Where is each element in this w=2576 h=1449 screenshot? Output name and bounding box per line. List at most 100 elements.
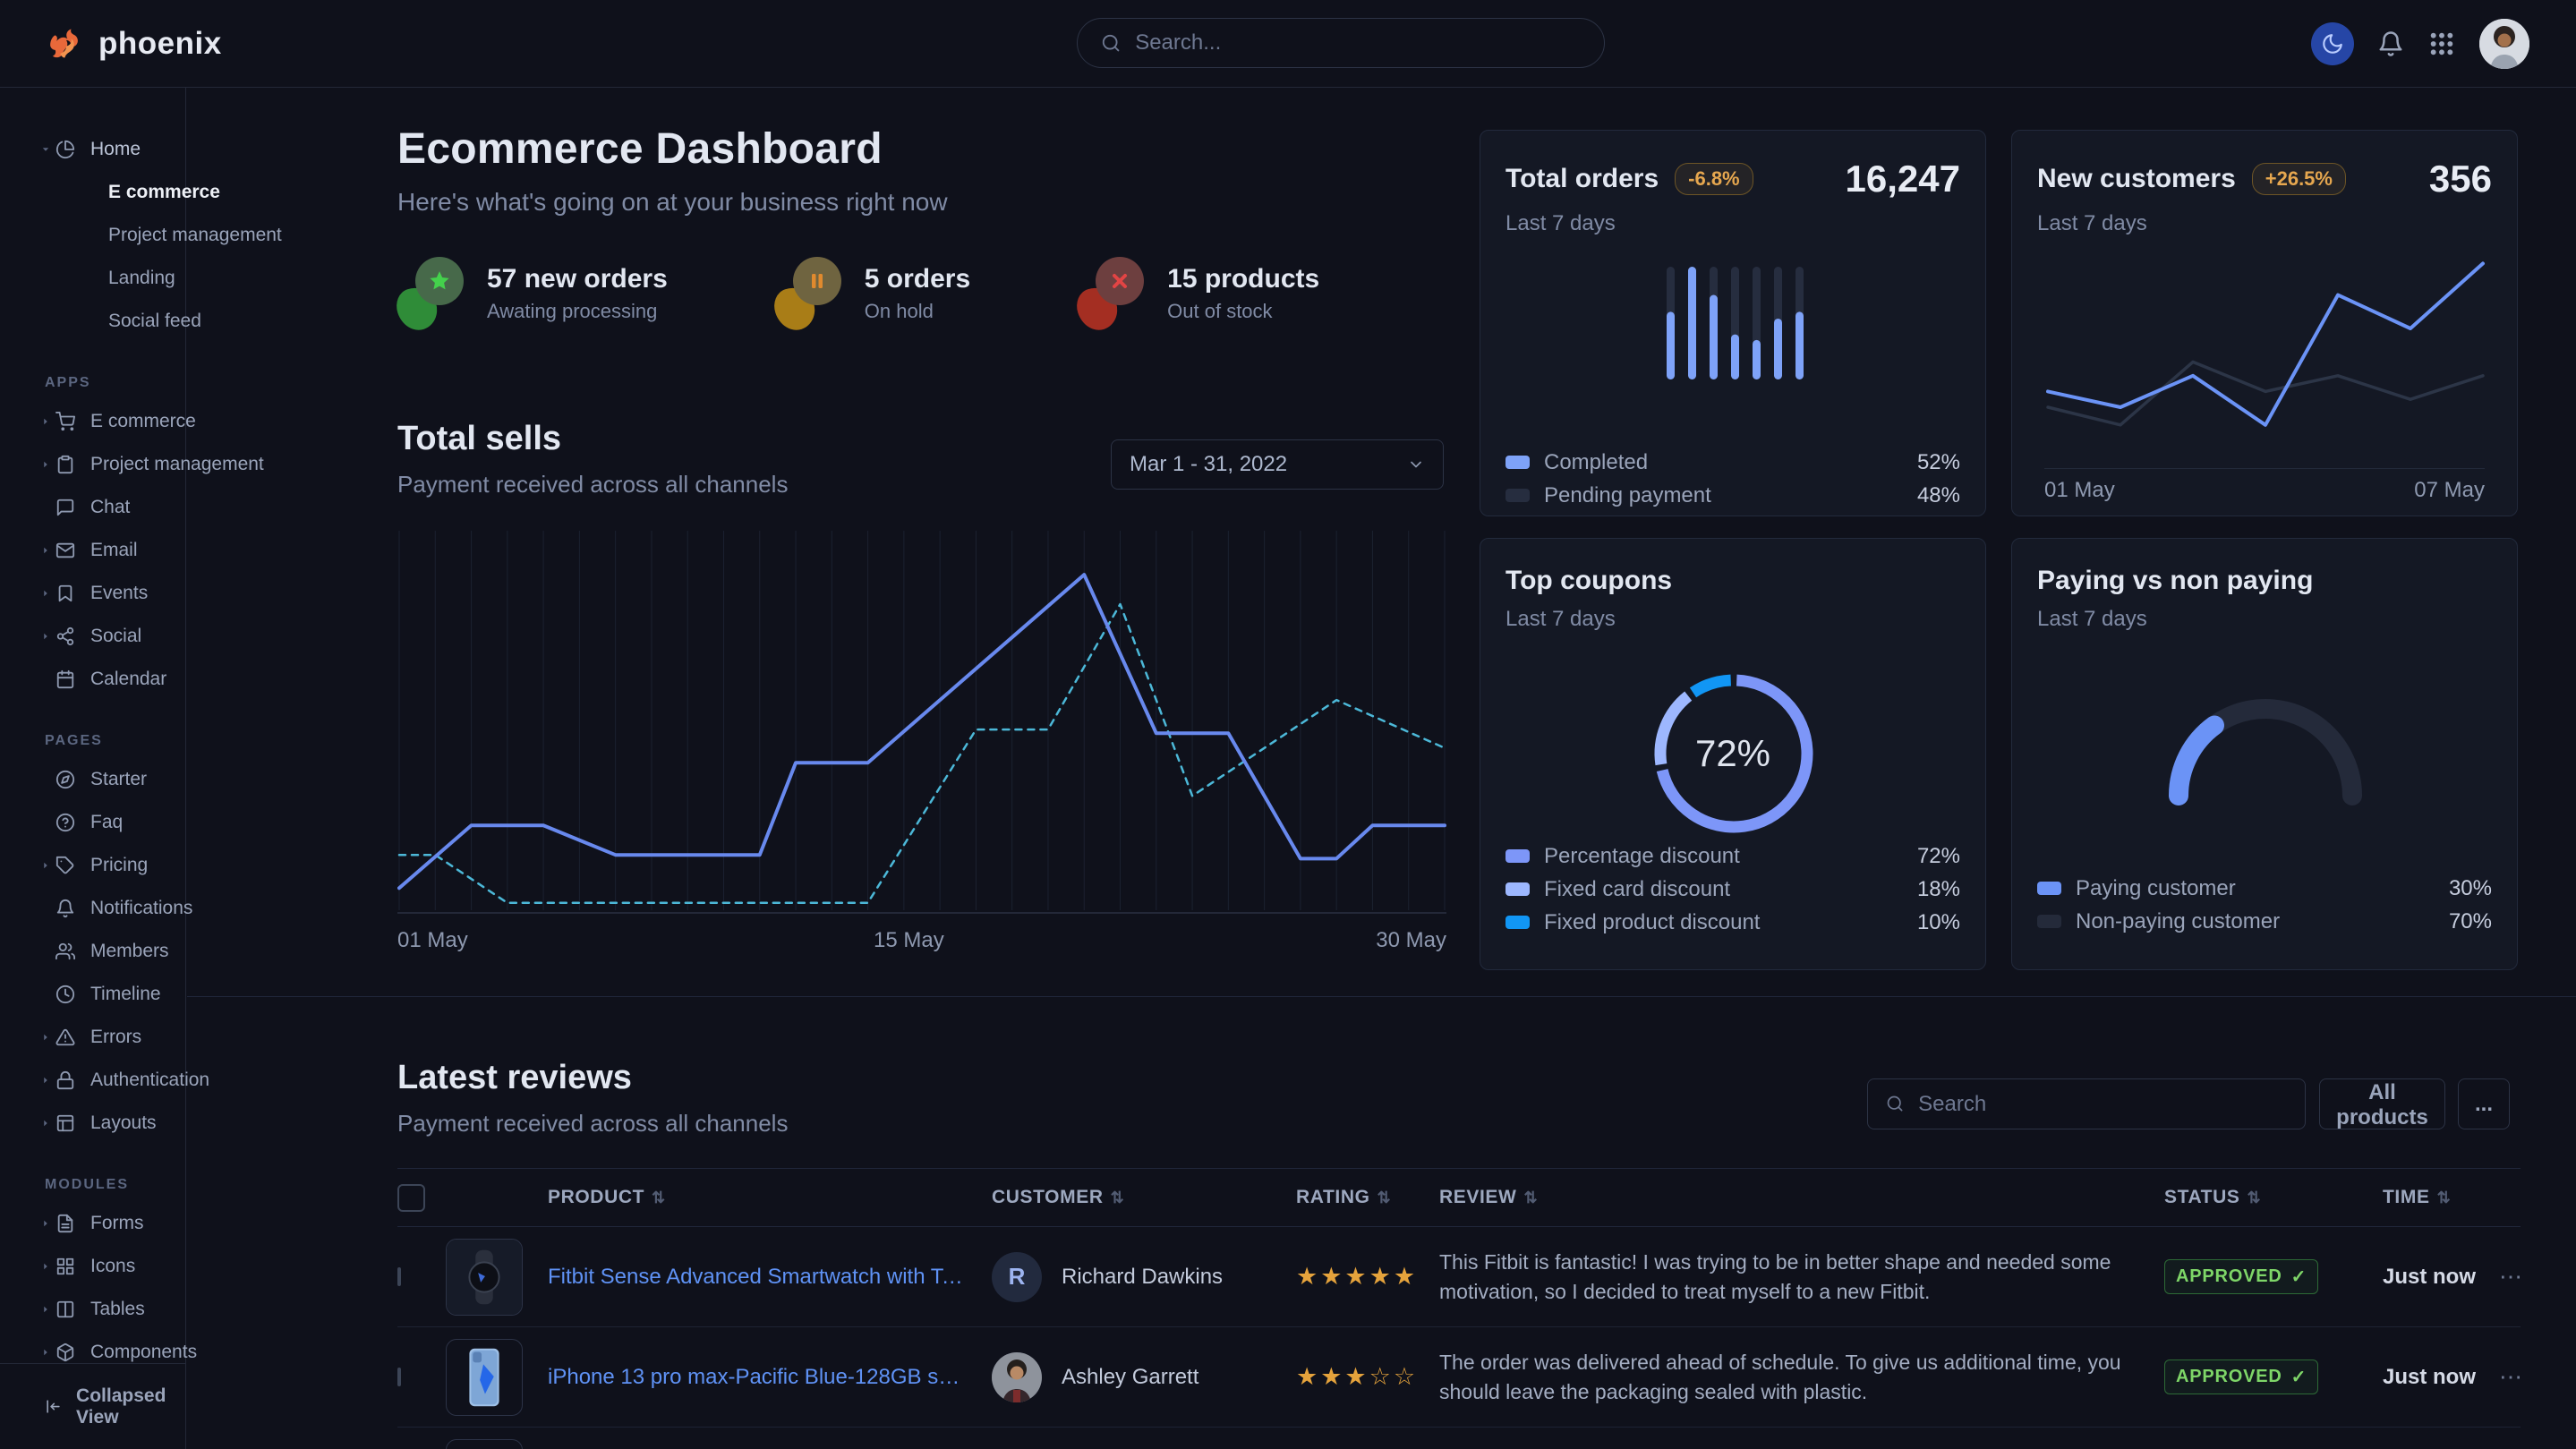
column-header-status[interactable]: STATUS⇅ — [2164, 1187, 2383, 1208]
card-title: Total orders — [1506, 164, 1659, 194]
help-circle-icon — [55, 813, 75, 832]
reviews-more-button[interactable]: ... — [2458, 1078, 2510, 1129]
sidebar-item-forms[interactable]: Forms — [0, 1202, 185, 1245]
notifications-button[interactable] — [2377, 30, 2404, 57]
card-value: 356 — [2429, 158, 2492, 200]
caret-right — [39, 1346, 52, 1359]
brand[interactable]: phoenix — [47, 24, 222, 64]
product-link[interactable]: iPhone 13 pro max-Pacific Blue-128GB sto… — [548, 1365, 992, 1390]
date-range-select[interactable]: Mar 1 - 31, 2022 — [1111, 439, 1444, 490]
sidebar-item-home[interactable]: Home — [0, 128, 185, 171]
sidebar-item-starter[interactable]: Starter — [0, 758, 185, 801]
sidebar-subitem-social-feed[interactable]: Social feed — [0, 300, 185, 343]
legend-label: Paying customer — [2076, 876, 2236, 901]
paying-legend: Paying customer30%Non-paying customer70% — [2037, 872, 2492, 938]
mini-axis-labels: 01 May 07 May — [2044, 478, 2485, 503]
legend-swatch — [1506, 489, 1530, 502]
sidebar-item-members[interactable]: Members — [0, 930, 185, 973]
page-title: Ecommerce Dashboard — [397, 124, 948, 174]
sidebar-item-errors[interactable]: Errors — [0, 1016, 185, 1059]
sidebar-item-authentication[interactable]: Authentication — [0, 1059, 185, 1102]
collapse-label: Collapsed View — [76, 1385, 185, 1428]
stat-pause-icon — [775, 257, 841, 330]
sidebar-item-chat[interactable]: Chat — [0, 486, 185, 529]
sidebar-subitem-project-management[interactable]: Project management — [0, 214, 185, 257]
navbar-search-input[interactable] — [1133, 30, 1581, 56]
date-range-value: Mar 1 - 31, 2022 — [1130, 452, 1287, 477]
sidebar-subitem-landing[interactable]: Landing — [0, 257, 185, 300]
sidebar-item-email[interactable]: Email — [0, 529, 185, 572]
sidebar-item-social[interactable]: Social — [0, 615, 185, 658]
legend-item: Pending payment48% — [1506, 479, 1960, 512]
dark-mode-toggle[interactable] — [2311, 22, 2354, 65]
card-subtitle: Last 7 days — [2037, 607, 2492, 632]
check-icon: ✓ — [2291, 1366, 2307, 1388]
sidebar-section-label: APPS — [45, 375, 185, 391]
row-actions-button[interactable]: ⋯ — [2499, 1363, 2524, 1390]
sidebar-item-pricing[interactable]: Pricing — [0, 844, 185, 887]
mini-x-axis — [2044, 468, 2485, 469]
legend-item: Completed52% — [1506, 446, 1960, 479]
chat-icon — [55, 498, 75, 517]
product-link[interactable]: Fitbit Sense Advanced Smartwatch with To… — [548, 1265, 992, 1290]
sidebar-item-e-commerce[interactable]: E commerce — [0, 400, 185, 443]
rating-stars: ★★★★★ — [1296, 1263, 1439, 1291]
card-value: 16,247 — [1846, 158, 1960, 200]
status-badge: APPROVED ✓ — [2164, 1259, 2318, 1294]
reviews-search-input[interactable] — [1916, 1091, 2287, 1118]
sidebar-item-layouts[interactable]: Layouts — [0, 1102, 185, 1145]
product-thumbnail[interactable] — [446, 1239, 523, 1316]
sidebar-item-tables[interactable]: Tables — [0, 1288, 185, 1331]
package-icon — [55, 1342, 75, 1362]
calendar-icon — [55, 669, 75, 689]
columns-icon — [55, 1300, 75, 1319]
all-products-button[interactable]: All products — [2319, 1078, 2445, 1129]
sidebar-item-events[interactable]: Events — [0, 572, 185, 615]
column-header-review[interactable]: REVIEW⇅ — [1439, 1187, 2164, 1208]
row-checkbox[interactable] — [397, 1368, 401, 1386]
donut-center-label: 72% — [1480, 732, 1985, 775]
customer-name: Richard Dawkins — [1062, 1265, 1223, 1290]
row-actions-button[interactable]: ⋯ — [2499, 1263, 2524, 1290]
sidebar-item-faq[interactable]: Faq — [0, 801, 185, 844]
sidebar-item-icons[interactable]: Icons — [0, 1245, 185, 1288]
users-icon — [55, 942, 75, 961]
quick-stats: 57 new ordersAwating processing5 ordersO… — [397, 257, 1319, 330]
legend-swatch — [1506, 916, 1530, 929]
product-thumbnail[interactable] — [446, 1439, 523, 1449]
reviews-subtitle: Payment received across all channels — [397, 1110, 788, 1138]
stat-x-icon — [1078, 257, 1144, 330]
lock-icon — [55, 1070, 75, 1090]
stat-x: 15 productsOut of stock — [1078, 257, 1319, 330]
user-avatar[interactable] — [2479, 19, 2529, 69]
column-header-customer[interactable]: CUSTOMER⇅ — [992, 1187, 1296, 1208]
legend-label: Percentage discount — [1544, 844, 1740, 869]
select-all-checkbox[interactable] — [397, 1184, 425, 1212]
sidebar-item-calendar[interactable]: Calendar — [0, 658, 185, 701]
stat-pause: 5 ordersOn hold — [775, 257, 970, 330]
column-header-product[interactable]: PRODUCT⇅ — [548, 1187, 992, 1208]
orders-legend: Completed52%Pending payment48% — [1506, 446, 1960, 512]
total-orders-card: Total orders -6.8% 16,247 Last 7 days Co… — [1480, 130, 1986, 516]
status-badge: APPROVED ✓ — [2164, 1360, 2318, 1394]
column-header-rating[interactable]: RATING⇅ — [1296, 1187, 1439, 1208]
caret-right — [39, 544, 52, 557]
clock-icon — [55, 984, 75, 1004]
reviews-search[interactable] — [1867, 1078, 2306, 1129]
alert-triangle-icon — [55, 1027, 75, 1047]
paying-gauge-chart — [2157, 684, 2374, 809]
sidebar-subitem-e-commerce[interactable]: E commerce — [0, 171, 185, 214]
product-thumbnail[interactable] — [446, 1339, 523, 1416]
column-header-time[interactable]: TIME⇅ — [2383, 1187, 2499, 1208]
sidebar-item-project-management[interactable]: Project management — [0, 443, 185, 486]
sidebar-item-timeline[interactable]: Timeline — [0, 973, 185, 1016]
customer-name: Ashley Garrett — [1062, 1365, 1198, 1390]
collapse-sidebar-button[interactable]: Collapsed View — [0, 1363, 185, 1449]
apps-grid-button[interactable] — [2427, 30, 2456, 58]
row-checkbox[interactable] — [397, 1267, 401, 1286]
phoenix-logo-icon — [47, 24, 86, 64]
stat-sub: Awating processing — [487, 300, 668, 323]
page-subtitle: Here's what's going on at your business … — [397, 188, 948, 217]
sidebar-item-notifications[interactable]: Notifications — [0, 887, 185, 930]
navbar-search[interactable] — [1077, 18, 1605, 68]
